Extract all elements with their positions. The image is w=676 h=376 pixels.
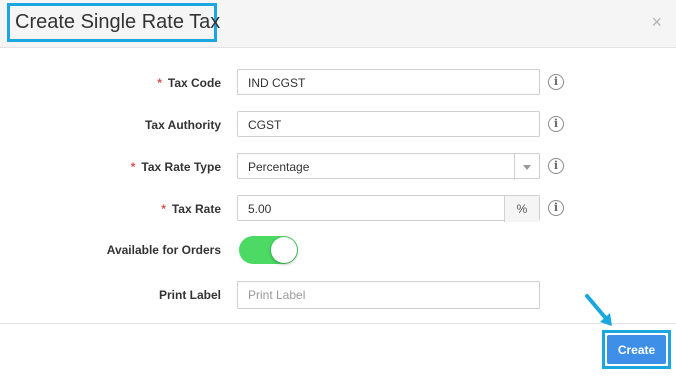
available-for-orders-label: Available for Orders xyxy=(106,243,221,257)
chevron-down-icon[interactable] xyxy=(514,154,539,180)
info-icon[interactable]: i xyxy=(548,200,564,216)
info-icon[interactable]: i xyxy=(548,74,564,90)
tax-rate-label: * Tax Rate xyxy=(161,202,221,216)
available-for-orders-row: Available for Orders xyxy=(0,236,676,264)
tax-rate-row: * Tax Rate 5.00 % i xyxy=(0,195,676,223)
tax-rate-input[interactable]: 5.00 % xyxy=(237,195,540,222)
print-label-label: Print Label xyxy=(158,288,221,302)
tax-code-label: * Tax Code xyxy=(157,76,221,90)
create-tax-modal: Create Single Rate Tax × * Tax Code IND C… xyxy=(0,0,676,375)
modal-header: Create Single Rate Tax × xyxy=(0,0,676,48)
tax-code-row: * Tax Code IND CGST i xyxy=(0,69,676,97)
tax-authority-row: Tax Authority CGST i xyxy=(0,111,676,139)
create-button[interactable]: Create xyxy=(607,335,666,364)
available-for-orders-toggle[interactable] xyxy=(239,236,298,264)
pointer-arrow-icon xyxy=(585,294,612,326)
tax-authority-input[interactable]: CGST xyxy=(237,111,540,137)
print-label-input[interactable]: Print Label xyxy=(237,281,540,309)
toggle-knob xyxy=(271,237,297,263)
print-label-row: Print Label Print Label xyxy=(0,281,676,309)
tax-rate-type-select[interactable]: Percentage xyxy=(237,153,540,180)
required-marker: * xyxy=(161,202,166,216)
required-marker: * xyxy=(130,160,136,174)
percent-addon: % xyxy=(504,196,539,222)
title-highlight: Create Single Rate Tax xyxy=(7,3,221,42)
close-icon[interactable]: × xyxy=(651,13,662,31)
tax-code-input[interactable]: IND CGST xyxy=(237,69,540,95)
tax-rate-type-label: * Tax Rate Type xyxy=(130,160,221,174)
info-icon[interactable]: i xyxy=(548,158,564,174)
create-button-highlight: Create xyxy=(602,330,671,369)
info-icon[interactable]: i xyxy=(548,116,564,132)
modal-title: Create Single Rate Tax xyxy=(15,11,221,33)
required-marker: * xyxy=(157,76,162,90)
tax-authority-label: Tax Authority xyxy=(144,118,221,132)
tax-rate-type-row: * Tax Rate Type Percentage i xyxy=(0,153,676,181)
modal-footer xyxy=(0,323,676,376)
print-label-placeholder: Print Label xyxy=(248,288,306,302)
